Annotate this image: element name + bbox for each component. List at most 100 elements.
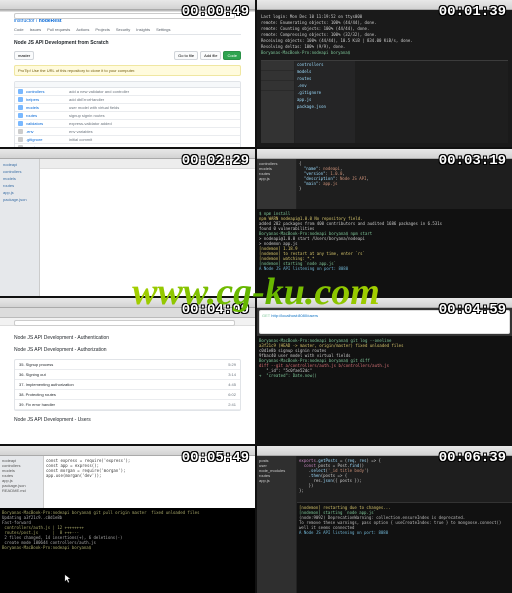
file-row[interactable]: modelsuser model with virtual fields [15,104,240,112]
file-row[interactable]: helpersadd dbErrorHandler [15,96,240,104]
terminal-panel[interactable]: $ npm install npm WARN nodeapi@1.0.0 No … [257,209,512,296]
lecture-row[interactable]: 37. Implementing authorization4:45 [15,380,240,390]
tree-item[interactable]: routes [3,182,36,189]
tree-item[interactable]: app.js [259,176,294,181]
editor-area[interactable] [355,61,508,143]
video-thumb-2[interactable]: 00:01:39 Last login: Mon Dec 10 11:19:52… [257,0,512,147]
tree-item[interactable]: models [3,175,36,182]
file-tree[interactable]: nodeapi controllers models routes app.js… [0,456,44,508]
file-row[interactable]: app.jsexpress server [15,144,240,147]
tree-item[interactable]: app.js [295,96,355,103]
video-thumb-4[interactable]: 00:03:19 controllers models routes app.j… [257,149,512,296]
add-file-button[interactable]: Add file [200,51,221,60]
code-button[interactable]: Code [223,51,241,60]
folder-icon [18,105,23,110]
file-tree[interactable]: controllers models routes app.js [257,159,297,209]
terminal-panel[interactable]: [nodemon] restarting due to changes... [… [297,502,512,593]
section-heading: Node JS API Development - Authorization [14,347,241,353]
tree-item[interactable]: app.js [3,189,36,196]
folder-icon [18,113,23,118]
browser-address-bar[interactable] [0,318,255,326]
tab-settings[interactable]: Settings [156,27,170,32]
timestamp: 00:06:39 [439,450,506,466]
terminal-prompt[interactable]: Boryanas-MacBook-Pro:nodeapi boryana$ [261,50,508,55]
video-thumb-3[interactable]: 00:02:29 nodeapi controllers models rout… [0,149,255,296]
timestamp: 00:00:49 [182,4,249,20]
tree-item[interactable]: models [295,68,355,75]
lecture-list: 35. Signup process5:29 36. Signing out3:… [14,359,241,411]
editor-panel: controllers models routes .env .gitignor… [261,60,508,143]
git-icon[interactable] [261,81,294,91]
file-tree[interactable]: controllers models routes .env .gitignor… [295,61,355,143]
tab-code[interactable]: Code [14,27,24,32]
mouse-cursor-icon [64,571,72,581]
timestamp: 00:05:49 [182,450,249,466]
terminal-panel[interactable]: Boryanas-MacBook-Pro:nodeapi boryana$ gi… [0,508,255,593]
terminal-line: remote: Enumerating objects: 100% (44/44… [261,20,508,25]
tree-item[interactable]: .env [295,82,355,89]
terminal-line: Receiving objects: 100% (44/44), 10.5 Ki… [261,38,508,43]
folder-icon [18,121,23,126]
section-heading: Node JS API Development - Users [14,417,241,423]
section-heading: Node JS API Development - Authentication [14,335,241,341]
lecture-row[interactable]: 35. Signup process5:29 [15,360,240,370]
tab-issues[interactable]: Issues [30,27,42,32]
editor-area[interactable] [40,159,255,296]
file-icon [18,145,23,147]
repo-tabs: Code Issues Pull requests Actions Projec… [14,27,241,35]
tab-pr[interactable]: Pull requests [47,27,70,32]
folder-icon [18,89,23,94]
explorer-icon[interactable] [261,61,294,71]
tree-item[interactable]: package.json [295,103,355,110]
branch-button[interactable]: master [14,51,34,60]
tree-item[interactable]: package.json [3,196,36,203]
video-thumb-1[interactable]: 00:00:49 instructor / nodeRest Code Issu… [0,0,255,147]
file-tree[interactable]: nodeapi controllers models routes app.js… [0,159,40,296]
file-row[interactable]: .envenv variables [15,128,240,136]
file-row[interactable]: .gitignoreinitial commit [15,136,240,144]
lecture-row[interactable]: 38. Protecting routes6:02 [15,390,240,400]
activity-bar[interactable] [261,61,295,143]
tab-insights[interactable]: Insights [136,27,150,32]
tree-item[interactable]: .gitignore [295,89,355,96]
video-thumb-6[interactable]: 00:04:59 GET http://localhost:8080/users… [257,298,512,445]
tree-item[interactable]: controllers [295,61,355,68]
terminal-line: remote: Counting objects: 100% (44/44), … [261,26,508,31]
lecture-row[interactable]: 39. Fix error handler2:41 [15,400,240,410]
file-tree[interactable]: posts user node_modules routes app.js [257,456,297,593]
tree-item[interactable]: nodeapi [3,161,36,168]
file-row[interactable]: validatorsexpress-validator added [15,120,240,128]
request-url[interactable]: http://localhost:8080/users [271,313,318,318]
repo-description: Node JS API Development from Scratch [14,40,241,46]
file-icon [18,129,23,134]
file-row[interactable]: routessignup signin routes [15,112,240,120]
terminal-line: A Node JS API listening on port: 8080 [299,530,510,535]
timestamp: 00:02:29 [182,153,249,169]
file-icon [18,137,23,142]
tab-actions[interactable]: Actions [76,27,89,32]
terminal-line: Resolving deltas: 100% (9/9), done. [261,44,508,49]
tree-item[interactable]: controllers [3,168,36,175]
tree-item[interactable]: routes [295,75,355,82]
tree-item[interactable]: README.md [2,488,41,493]
file-row[interactable]: controllersadd a new validator and contr… [15,88,240,96]
http-method[interactable]: GET [262,313,270,318]
tree-item[interactable]: app.js [259,478,294,483]
code-line: }; [299,488,510,493]
terminal-line: A Node JS API listening on port: 8080 [259,266,510,271]
search-icon[interactable] [261,71,294,81]
video-thumb-8[interactable]: 00:06:39 posts user node_modules routes … [257,446,512,593]
timestamp: 00:04:59 [439,302,506,318]
video-thumb-5[interactable]: 00:04:09 Node JS API Development - Authe… [0,298,255,445]
go-to-file-button[interactable]: Go to file [174,51,198,60]
timestamp: 00:04:09 [182,302,249,318]
terminal-line: + "created": Date.now() [259,373,510,378]
tab-projects[interactable]: Projects [95,27,109,32]
video-thumb-7[interactable]: 00:05:49 nodeapi controllers models rout… [0,446,255,593]
file-list: controllersadd a new validator and contr… [14,81,241,147]
timestamp: 00:03:19 [439,153,506,169]
terminal-panel[interactable]: Boryanas-MacBook-Pro:nodeapi boryana$ gi… [257,336,512,445]
terminal-line: remote: Compressing objects: 100% (32/32… [261,32,508,37]
lecture-row[interactable]: 36. Signing out3:14 [15,370,240,380]
tab-security[interactable]: Security [116,27,130,32]
